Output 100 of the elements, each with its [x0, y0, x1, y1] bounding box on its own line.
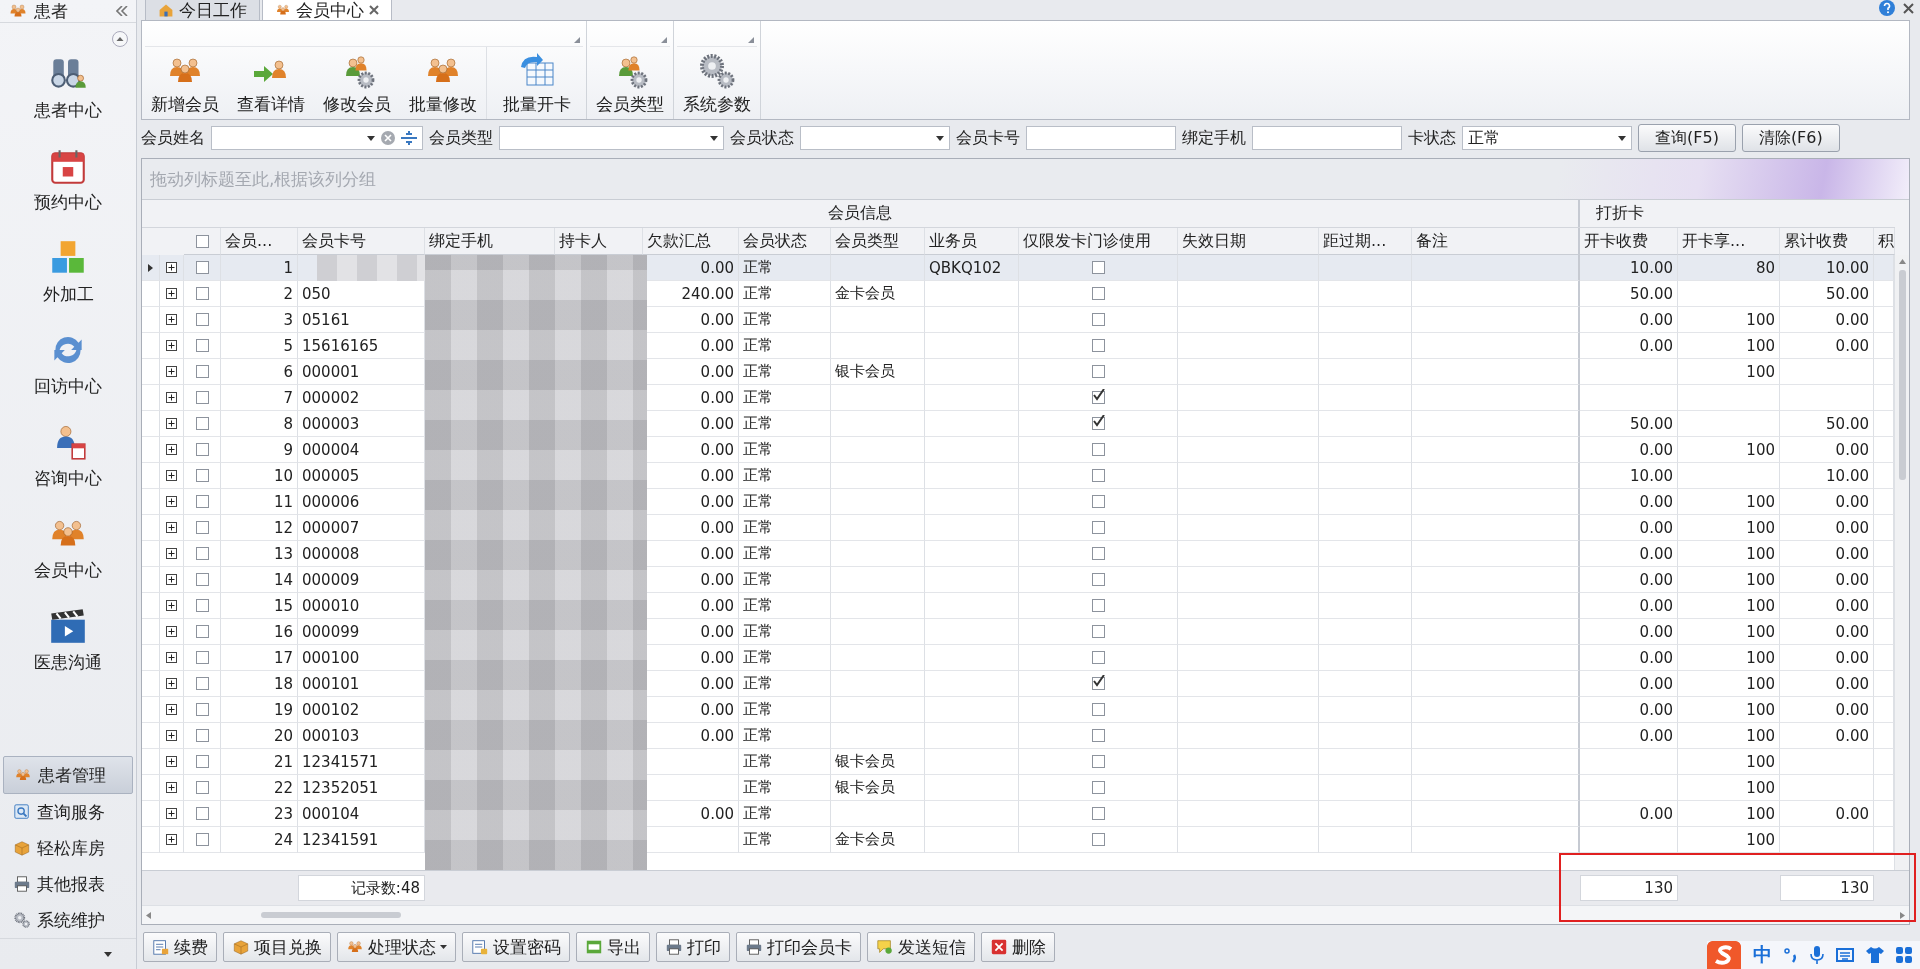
launcher-icon[interactable] [661, 37, 667, 43]
row-checkbox[interactable] [195, 599, 209, 612]
expand-icon[interactable] [166, 496, 177, 507]
action-button[interactable]: 续费 [143, 932, 217, 962]
combo-box[interactable] [800, 126, 950, 150]
close-icon[interactable] [369, 5, 379, 15]
toolbar-button[interactable]: 新增会员 [142, 47, 228, 119]
toolbar-button[interactable]: 批量修改 [400, 47, 486, 119]
expand-icon[interactable] [166, 548, 177, 559]
select-all-checkbox[interactable] [195, 234, 209, 248]
scrollbar-thumb[interactable] [261, 912, 401, 918]
grid-icon[interactable] [1896, 947, 1912, 963]
checkbox[interactable] [1091, 521, 1105, 534]
row-checkbox[interactable] [195, 495, 209, 508]
scrollbar-thumb[interactable] [1898, 270, 1906, 480]
expand-icon[interactable] [166, 444, 177, 455]
combo-box[interactable] [211, 126, 423, 150]
toolbar-button[interactable]: 修改会员 [314, 47, 400, 119]
checkbox[interactable] [1091, 417, 1105, 430]
expand-icon[interactable] [166, 730, 177, 741]
close-icon[interactable] [1903, 2, 1914, 14]
row-checkbox[interactable] [195, 729, 209, 742]
scroll-up-icon[interactable] [1898, 259, 1906, 264]
punctuation-icon[interactable] [1784, 947, 1798, 963]
filter-button[interactable]: 查询(F5) [1638, 124, 1736, 152]
filter-button[interactable]: 清除(F6) [1741, 124, 1840, 152]
row-checkbox[interactable] [195, 443, 209, 456]
action-button[interactable]: 打印会员卡 [736, 932, 861, 962]
row-checkbox[interactable] [195, 417, 209, 430]
row-checkbox[interactable] [195, 807, 209, 820]
checkbox[interactable] [1091, 781, 1105, 794]
input-field[interactable] [1252, 126, 1402, 150]
expand-icon[interactable] [166, 756, 177, 767]
expand-icon[interactable] [166, 340, 177, 351]
ime-logo-icon[interactable] [1707, 941, 1741, 969]
row-checkbox[interactable] [195, 703, 209, 716]
row-checkbox[interactable] [195, 781, 209, 794]
split-icon[interactable] [401, 131, 417, 145]
nav-group-item[interactable]: 患者管理 [3, 756, 133, 794]
row-checkbox[interactable] [195, 521, 209, 534]
sidebar-item[interactable]: 会员中心 [8, 501, 128, 593]
action-button[interactable]: 导出 [576, 932, 650, 962]
checkbox[interactable] [1091, 703, 1105, 716]
scroll-right-icon[interactable] [1900, 911, 1905, 919]
sidebar-item[interactable]: 预约中心 [8, 133, 128, 225]
row-checkbox[interactable] [195, 625, 209, 638]
nav-group-item[interactable]: 系统维护 [3, 902, 133, 938]
checkbox[interactable] [1091, 469, 1105, 482]
launcher-icon[interactable] [748, 37, 754, 43]
action-button[interactable]: 项目兑换 [223, 932, 331, 962]
expand-icon[interactable] [166, 288, 177, 299]
nav-group-item[interactable]: 其他报表 [3, 866, 133, 902]
toolbar-button[interactable]: 批量开卡 [486, 47, 586, 119]
sidebar-item[interactable]: 外加工 [8, 225, 128, 317]
combo-box[interactable]: 正常 [1462, 126, 1632, 150]
checkbox[interactable] [1091, 833, 1105, 846]
tab[interactable]: 今日工作 [145, 0, 260, 20]
expand-icon[interactable] [166, 262, 177, 273]
checkbox[interactable] [1091, 287, 1105, 300]
microphone-icon[interactable] [1810, 946, 1824, 964]
help-icon[interactable] [1879, 0, 1895, 16]
checkbox[interactable] [1091, 729, 1105, 742]
checkbox[interactable] [1091, 677, 1105, 690]
row-checkbox[interactable] [195, 261, 209, 274]
clear-icon[interactable] [381, 131, 395, 145]
expand-icon[interactable] [166, 678, 177, 689]
expand-icon[interactable] [166, 470, 177, 481]
expand-icon[interactable] [166, 834, 177, 845]
checkbox[interactable] [1091, 755, 1105, 768]
scroll-up-icon[interactable] [112, 31, 128, 47]
expand-icon[interactable] [166, 392, 177, 403]
expand-icon[interactable] [166, 808, 177, 819]
checkbox[interactable] [1091, 391, 1105, 404]
keyboard-icon[interactable] [1836, 947, 1854, 963]
checkbox[interactable] [1091, 339, 1105, 352]
row-checkbox[interactable] [195, 651, 209, 664]
row-checkbox[interactable] [195, 755, 209, 768]
checkbox[interactable] [1091, 573, 1105, 586]
sidebar-item[interactable]: 患者中心 [8, 41, 128, 133]
toolbar-button[interactable]: 查看详情 [228, 47, 314, 119]
expand-icon[interactable] [166, 600, 177, 611]
row-checkbox[interactable] [195, 391, 209, 404]
sidebar-item[interactable]: 回访中心 [8, 317, 128, 409]
expand-icon[interactable] [166, 522, 177, 533]
action-button[interactable]: 处理状态 [337, 932, 456, 962]
row-checkbox[interactable] [195, 547, 209, 560]
expand-icon[interactable] [166, 704, 177, 715]
expand-icon[interactable] [166, 626, 177, 637]
tab[interactable]: 会员中心 [262, 0, 392, 20]
action-button[interactable]: 删除 [981, 932, 1055, 962]
checkbox[interactable] [1091, 599, 1105, 612]
launcher-icon[interactable] [574, 37, 580, 43]
toolbar-button[interactable]: 会员类型 [587, 47, 673, 119]
checkbox[interactable] [1091, 547, 1105, 560]
ime-mode[interactable]: 中 [1753, 942, 1772, 968]
toolbar-button[interactable]: 系统参数 [674, 47, 760, 119]
row-checkbox[interactable] [195, 573, 209, 586]
checkbox[interactable] [1091, 625, 1105, 638]
expand-icon[interactable] [166, 314, 177, 325]
checkbox[interactable] [1091, 495, 1105, 508]
